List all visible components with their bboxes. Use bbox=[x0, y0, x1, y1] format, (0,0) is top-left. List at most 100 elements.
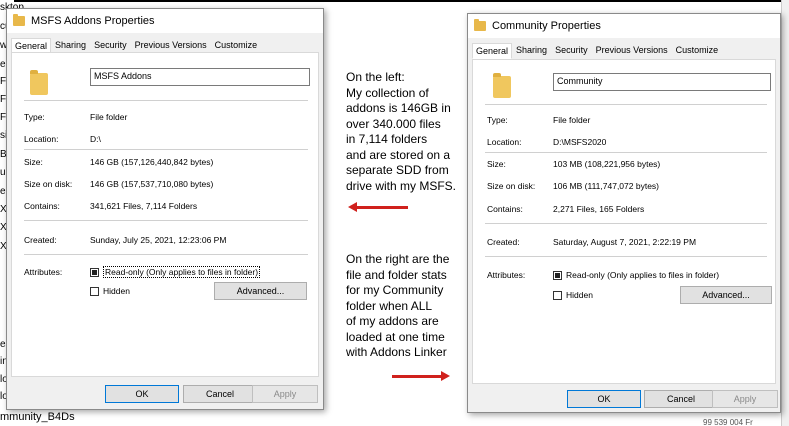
background-item: e bbox=[0, 59, 6, 70]
tab-strip: General Sharing Security Previous Versio… bbox=[468, 38, 780, 59]
left-pointing-arrow-icon bbox=[348, 202, 408, 212]
note-line: with Addons Linker bbox=[346, 345, 447, 359]
ok-button[interactable]: OK bbox=[567, 390, 641, 408]
note-line: over 340.000 files bbox=[346, 116, 441, 131]
size-value: 103 MB (108,221,956 bytes) bbox=[553, 159, 661, 169]
separator bbox=[24, 220, 308, 221]
created-label: Created: bbox=[487, 237, 520, 247]
separator bbox=[24, 254, 308, 255]
note-line: for my Community bbox=[346, 283, 444, 297]
contains-label: Contains: bbox=[24, 201, 60, 211]
readonly-checkbox-label: Read-only (Only applies to files in fold… bbox=[103, 266, 261, 278]
separator bbox=[485, 256, 767, 257]
separator bbox=[24, 149, 308, 150]
note-line: On the right are the bbox=[346, 252, 450, 266]
attributes-label: Attributes: bbox=[487, 270, 526, 280]
hidden-checkbox-label: Hidden bbox=[103, 286, 130, 296]
general-panel: Community Type: File folder Location: D:… bbox=[472, 59, 776, 384]
hidden-checkbox[interactable]: Hidden bbox=[553, 290, 593, 300]
tab-previous-versions[interactable]: Previous Versions bbox=[131, 37, 211, 53]
tab-strip: General Sharing Security Previous Versio… bbox=[7, 33, 323, 54]
note-line: My collection of bbox=[346, 85, 429, 100]
note-line: addons is 146GB in bbox=[346, 101, 451, 115]
hidden-checkbox-label: Hidden bbox=[566, 290, 593, 300]
folder-name-field[interactable]: MSFS Addons bbox=[90, 68, 310, 86]
hidden-checkbox[interactable]: Hidden bbox=[90, 286, 130, 296]
note-line: separate SDD from bbox=[346, 163, 449, 177]
contains-label: Contains: bbox=[487, 204, 523, 214]
contains-value: 2,271 Files, 165 Folders bbox=[553, 204, 645, 214]
size-on-disk-label: Size on disk: bbox=[487, 181, 536, 191]
size-label: Size: bbox=[487, 159, 506, 169]
folder-icon bbox=[493, 73, 511, 98]
separator bbox=[24, 100, 308, 101]
size-on-disk-value: 146 GB (157,537,710,080 bytes) bbox=[90, 179, 214, 189]
note-line: On the left: bbox=[346, 70, 405, 84]
checkbox-indeterminate-icon bbox=[90, 267, 99, 277]
note-line: folder when ALL bbox=[346, 298, 433, 313]
checkbox-indeterminate-icon bbox=[553, 270, 562, 280]
tab-sharing[interactable]: Sharing bbox=[51, 37, 90, 53]
folder-name-field[interactable]: Community bbox=[553, 73, 771, 91]
dialog-title: MSFS Addons Properties bbox=[31, 15, 155, 27]
separator bbox=[485, 152, 767, 153]
apply-button[interactable]: Apply bbox=[252, 385, 318, 403]
tab-customize[interactable]: Customize bbox=[211, 37, 262, 53]
attributes-label: Attributes: bbox=[24, 267, 63, 277]
background-item: u bbox=[0, 167, 6, 178]
tab-general[interactable]: General bbox=[472, 43, 513, 59]
background-top-edge bbox=[0, 0, 789, 2]
dialog-title-bar[interactable]: MSFS Addons Properties bbox=[7, 9, 323, 33]
created-value: Sunday, July 25, 2021, 12:23:06 PM bbox=[90, 235, 227, 245]
separator bbox=[485, 104, 767, 105]
folder-icon bbox=[474, 19, 486, 31]
right-annotation-note: On the right are the file and folder sta… bbox=[346, 252, 449, 361]
separator bbox=[485, 223, 767, 224]
advanced-button[interactable]: Advanced... bbox=[214, 282, 307, 300]
background-item: e bbox=[0, 186, 6, 197]
tab-customize[interactable]: Customize bbox=[672, 42, 723, 58]
note-line: of my addons are bbox=[346, 314, 439, 328]
type-label: Type: bbox=[487, 115, 508, 125]
location-label: Location: bbox=[24, 134, 59, 144]
readonly-checkbox[interactable]: Read-only (Only applies to files in fold… bbox=[90, 266, 261, 278]
background-status-text: 99 539 004 Fr bbox=[703, 418, 753, 426]
readonly-checkbox-label: Read-only (Only applies to files in fold… bbox=[566, 270, 720, 280]
tab-previous-versions[interactable]: Previous Versions bbox=[592, 42, 672, 58]
size-value: 146 GB (157,126,440,842 bytes) bbox=[90, 157, 214, 167]
folder-icon bbox=[13, 14, 25, 26]
size-label: Size: bbox=[24, 157, 43, 167]
location-value: D:\MSFS2020 bbox=[553, 137, 607, 147]
tab-security[interactable]: Security bbox=[90, 37, 131, 53]
created-value: Saturday, August 7, 2021, 2:22:19 PM bbox=[553, 237, 697, 247]
readonly-checkbox[interactable]: Read-only (Only applies to files in fold… bbox=[553, 270, 719, 280]
size-on-disk-label: Size on disk: bbox=[24, 179, 73, 189]
folder-icon bbox=[30, 70, 48, 95]
type-value: File folder bbox=[553, 115, 591, 125]
size-on-disk-value: 106 MB (111,747,072 bytes) bbox=[553, 181, 660, 191]
tab-security[interactable]: Security bbox=[551, 42, 592, 58]
background-scrollbar[interactable] bbox=[781, 0, 789, 426]
advanced-button[interactable]: Advanced... bbox=[680, 286, 772, 304]
contains-value: 341,621 Files, 7,114 Folders bbox=[90, 201, 198, 211]
msfs-addons-properties-dialog: MSFS Addons Properties General Sharing S… bbox=[6, 8, 324, 410]
cancel-button[interactable]: Cancel bbox=[644, 390, 718, 408]
checkbox-icon bbox=[90, 286, 99, 296]
right-pointing-arrow-icon bbox=[392, 371, 450, 381]
note-line: in 7,114 folders bbox=[346, 132, 428, 146]
dialog-title: Community Properties bbox=[492, 20, 601, 32]
dialog-title-bar[interactable]: Community Properties bbox=[468, 14, 780, 38]
note-line: loaded at one time bbox=[346, 329, 445, 344]
apply-button[interactable]: Apply bbox=[712, 390, 778, 408]
cancel-button[interactable]: Cancel bbox=[183, 385, 257, 403]
note-line: drive with my MSFS. bbox=[346, 178, 457, 193]
note-line: file and folder stats bbox=[346, 267, 447, 282]
left-annotation-note: On the left: My collection of addons is … bbox=[346, 70, 456, 194]
ok-button[interactable]: OK bbox=[105, 385, 179, 403]
note-line: and are stored on a bbox=[346, 147, 451, 162]
location-label: Location: bbox=[487, 137, 522, 147]
checkbox-icon bbox=[553, 290, 562, 300]
location-value: D:\ bbox=[90, 134, 101, 144]
tab-sharing[interactable]: Sharing bbox=[512, 42, 551, 58]
type-value: File folder bbox=[90, 112, 128, 122]
